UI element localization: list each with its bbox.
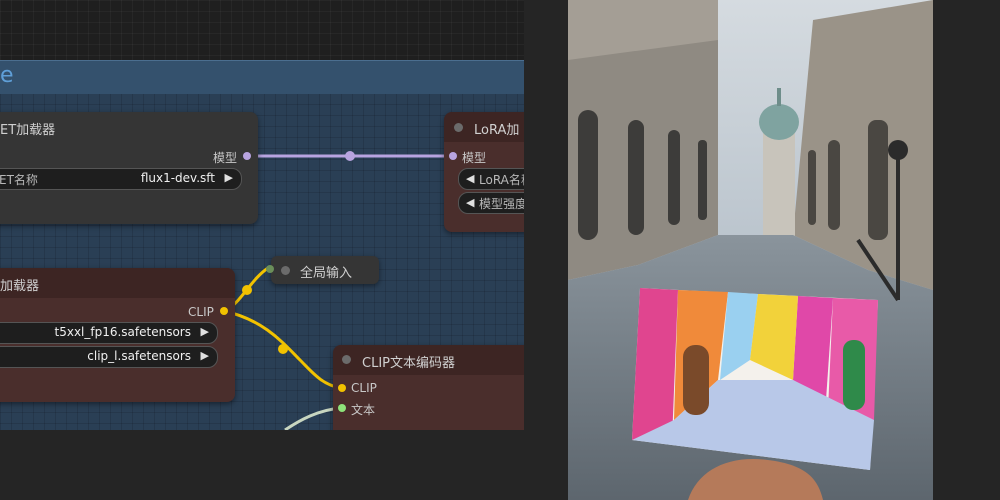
- lora-strength-input[interactable]: ◀ 模型强度: [458, 192, 524, 214]
- lora-model-input-socket[interactable]: [449, 152, 457, 160]
- unet-name-label: ET名称: [0, 173, 38, 187]
- arrow-left-icon[interactable]: ◀: [466, 196, 474, 209]
- clip-loader-node[interactable]: 加载器 CLIP t5xxl_fp16.safetensors ▶ clip_l…: [0, 268, 235, 402]
- clip-encoder-text-socket[interactable]: [338, 404, 346, 412]
- clip-output-socket[interactable]: [220, 307, 228, 315]
- basilica-dome: [759, 104, 799, 140]
- clip-loader-header[interactable]: 加载器: [0, 268, 235, 298]
- collapse-dot-icon[interactable]: [342, 355, 351, 364]
- photo-illustration: [568, 0, 933, 500]
- clip-name1-select[interactable]: t5xxl_fp16.safetensors ▶: [0, 322, 218, 344]
- lora-name-select[interactable]: ◀ LoRA名称: [458, 168, 524, 190]
- lora-loader-header[interactable]: LoRA加: [444, 112, 524, 142]
- clip-encoder-header[interactable]: CLIP文本编码器: [333, 345, 524, 375]
- lora-loader-title: LoRA加: [474, 123, 520, 138]
- lora-name-label: LoRA名称: [479, 173, 524, 187]
- clip-encoder-title: CLIP文本编码器: [362, 356, 455, 371]
- collapse-dot-icon[interactable]: [281, 266, 290, 275]
- clip-wire-encoder-midpoint: [278, 344, 288, 354]
- arrow-right-icon[interactable]: ▶: [201, 349, 209, 362]
- clip-name1-value: t5xxl_fp16.safetensors: [54, 325, 192, 339]
- unet-name-value: flux1-dev.sft: [140, 171, 215, 185]
- unet-model-output-socket[interactable]: [243, 152, 251, 160]
- lora-strength-label: 模型强度: [479, 197, 524, 211]
- clip-encoder-text-label: 文本: [351, 403, 376, 417]
- global-input-socket[interactable]: [266, 265, 274, 273]
- clip-name2-select[interactable]: clip_l.safetensors ▶: [0, 346, 218, 368]
- clip-wire-global-midpoint: [242, 285, 252, 295]
- global-input-title: 全局输入: [300, 266, 353, 281]
- right-margin: [933, 0, 1000, 500]
- arrow-left-icon[interactable]: ◀: [466, 172, 474, 185]
- arrow-right-icon[interactable]: ▶: [225, 171, 233, 184]
- unet-model-output-label: 模型: [213, 151, 238, 165]
- clip-encoder-clip-label: CLIP: [351, 381, 377, 395]
- clip-loader-title: 加载器: [0, 279, 40, 294]
- unet-name-select[interactable]: ET名称 flux1-dev.sft ▶: [0, 168, 242, 190]
- lora-loader-node[interactable]: LoRA加 模型 ◀ LoRA名称 ◀ 模型强度: [444, 112, 524, 232]
- node-editor-canvas[interactable]: e ET加载器 模型 ET名称 flux1-dev.sft ▶ LoRA加 模型: [0, 0, 524, 430]
- arrow-right-icon[interactable]: ▶: [201, 325, 209, 338]
- model-wire-midpoint: [345, 151, 355, 161]
- clip-text-encoder-node[interactable]: CLIP文本编码器 CLIP 文本: [333, 345, 524, 430]
- collapse-dot-icon[interactable]: [454, 123, 463, 132]
- street-sketch-photo: [568, 0, 933, 500]
- global-input-node[interactable]: 全局输入: [271, 256, 379, 284]
- clip-encoder-clip-socket[interactable]: [338, 384, 346, 392]
- unet-loader-header[interactable]: ET加载器: [0, 112, 258, 142]
- clip-name2-value: clip_l.safetensors: [87, 349, 191, 363]
- unet-loader-node[interactable]: ET加载器 模型 ET名称 flux1-dev.sft ▶: [0, 112, 258, 224]
- lora-model-input-label: 模型: [462, 151, 487, 165]
- unet-loader-title: ET加载器: [0, 123, 56, 138]
- clip-output-label: CLIP: [188, 305, 214, 319]
